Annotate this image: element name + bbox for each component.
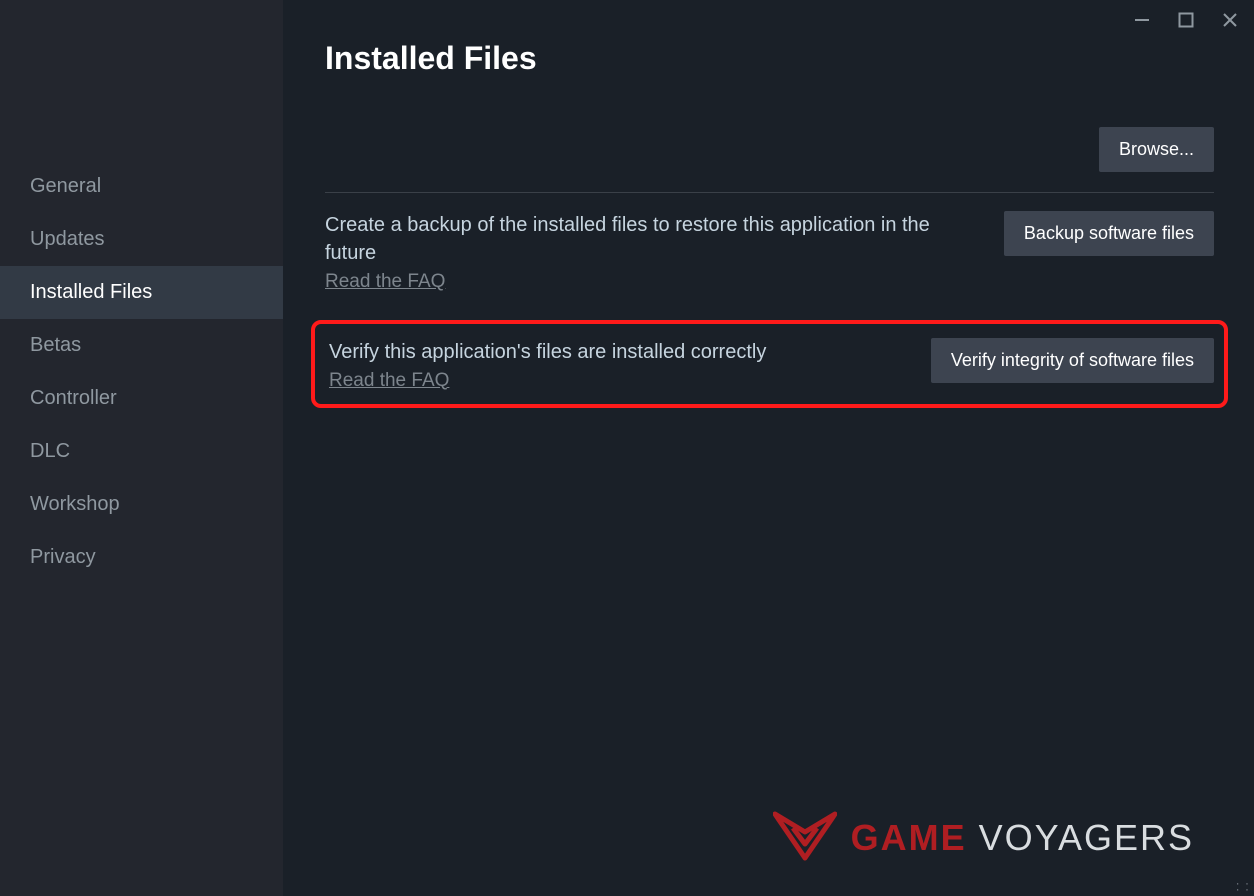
sidebar-item-betas[interactable]: Betas [0,319,283,372]
main-panel: Installed Files Browse... Create a backu… [283,0,1254,896]
backup-row: Create a backup of the installed files t… [325,211,1214,320]
verify-button[interactable]: Verify integrity of software files [931,338,1214,383]
watermark-logo: GAME VOYAGERS [773,810,1194,866]
watermark-game: GAME [851,817,967,858]
resize-grip-icon[interactable]: · ·· · [1236,880,1250,892]
watermark-voyagers: VOYAGERS [979,817,1194,858]
minimize-icon[interactable] [1132,10,1152,30]
backup-description: Create a backup of the installed files t… [325,211,984,296]
sidebar: General Updates Installed Files Betas Co… [0,0,283,896]
window-controls [1132,10,1240,30]
watermark-text: GAME VOYAGERS [851,817,1194,859]
voyager-shield-icon [773,810,837,866]
page-title: Installed Files [325,40,1214,77]
browse-button[interactable]: Browse... [1099,127,1214,172]
close-icon[interactable] [1220,10,1240,30]
verify-desc-text: Verify this application's files are inst… [329,341,766,363]
sidebar-item-workshop[interactable]: Workshop [0,478,283,531]
backup-button[interactable]: Backup software files [1004,211,1214,256]
sidebar-item-privacy[interactable]: Privacy [0,531,283,584]
sidebar-item-controller[interactable]: Controller [0,372,283,425]
sidebar-item-installed-files[interactable]: Installed Files [0,266,283,319]
sidebar-item-updates[interactable]: Updates [0,213,283,266]
verify-faq-link[interactable]: Read the FAQ [329,368,449,395]
backup-desc-text: Create a backup of the installed files t… [325,214,930,264]
sidebar-item-dlc[interactable]: DLC [0,425,283,478]
divider [325,192,1214,193]
verify-description: Verify this application's files are inst… [325,338,911,395]
sidebar-item-general[interactable]: General [0,160,283,213]
maximize-icon[interactable] [1176,10,1196,30]
backup-faq-link[interactable]: Read the FAQ [325,269,445,296]
browse-row: Browse... [325,127,1214,172]
verify-row-highlight: Verify this application's files are inst… [311,320,1228,409]
